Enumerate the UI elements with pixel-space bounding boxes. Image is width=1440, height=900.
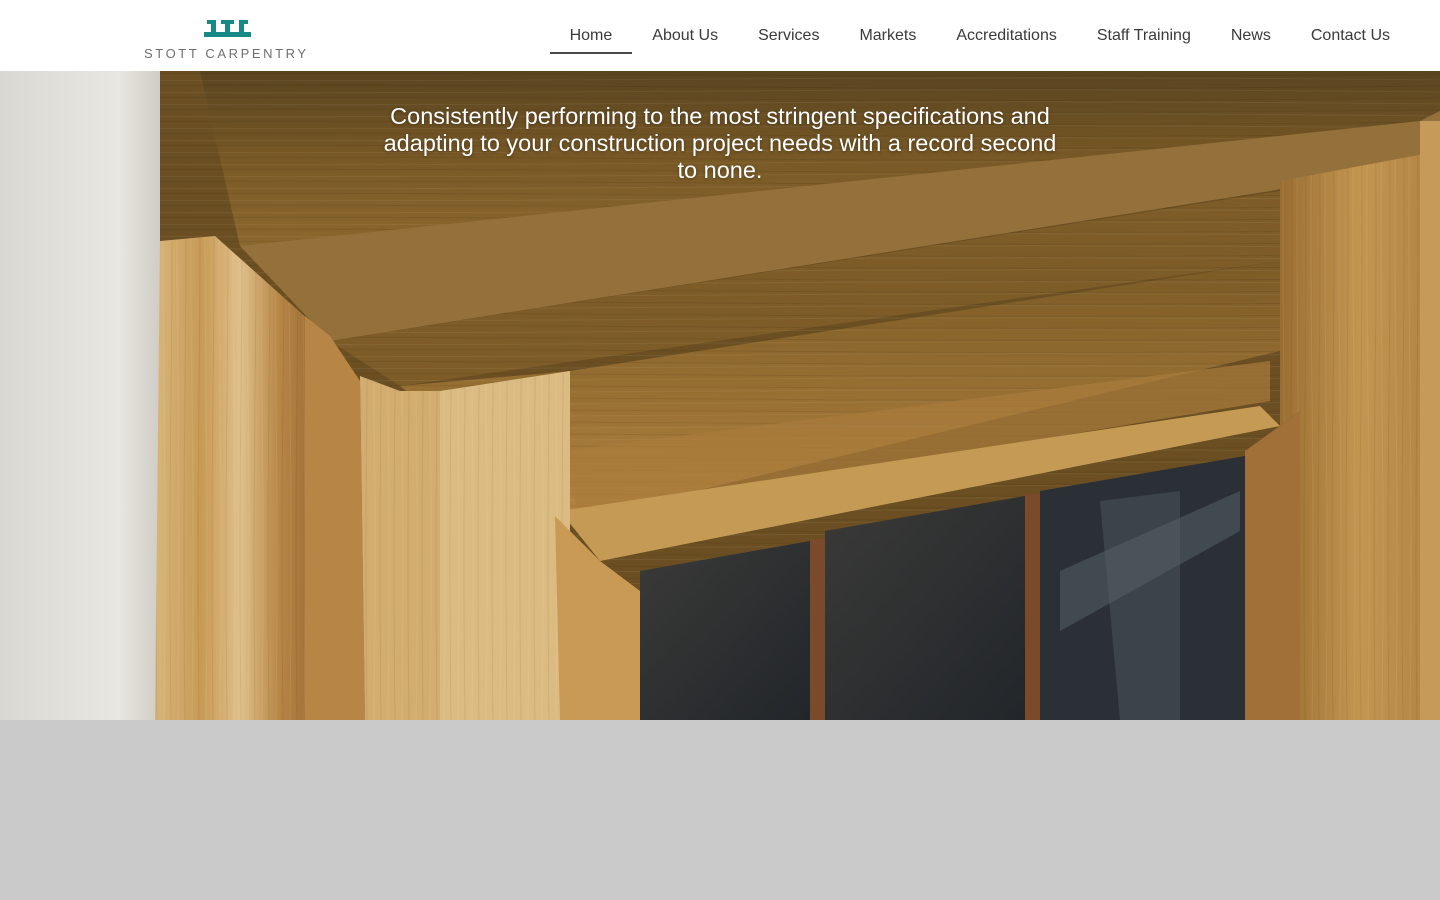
main-nav: Home About Us Services Markets Accredita… bbox=[549, 18, 1410, 54]
nav-item-about-us[interactable]: About Us bbox=[632, 18, 738, 54]
hero-banner: Consistently performing to the most stri… bbox=[0, 71, 1440, 720]
nav-item-staff-training[interactable]: Staff Training bbox=[1077, 18, 1211, 54]
nav-item-home[interactable]: Home bbox=[549, 18, 633, 54]
nav-item-accreditations[interactable]: Accreditations bbox=[936, 18, 1077, 54]
nav-item-contact-us[interactable]: Contact Us bbox=[1291, 18, 1410, 54]
stott-carpentry-logo-icon bbox=[204, 20, 251, 37]
site-header: STOTT CARPENTRY Home About Us Services M… bbox=[0, 0, 1440, 71]
hero-tagline: Consistently performing to the most stri… bbox=[383, 103, 1057, 183]
nav-item-markets[interactable]: Markets bbox=[839, 18, 936, 54]
nav-item-news[interactable]: News bbox=[1211, 18, 1291, 54]
content-area bbox=[0, 720, 1440, 900]
logo-link[interactable]: STOTT CARPENTRY bbox=[144, 18, 314, 64]
brand-name: STOTT CARPENTRY bbox=[144, 46, 309, 61]
nav-item-services[interactable]: Services bbox=[738, 18, 839, 54]
